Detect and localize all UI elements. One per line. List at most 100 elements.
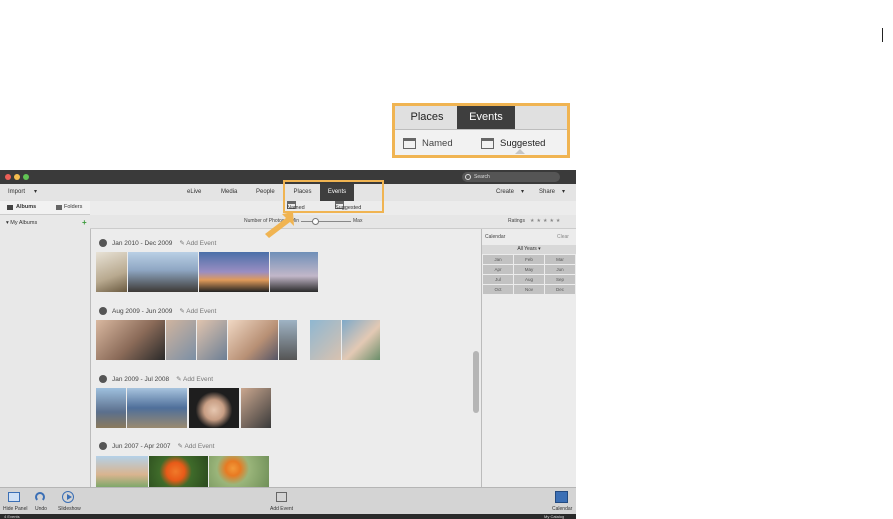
add-album-icon[interactable]: +: [82, 218, 87, 227]
add-event-label[interactable]: Add Event: [270, 506, 293, 512]
event-photo[interactable]: [228, 320, 278, 360]
month-cell[interactable]: Sep: [545, 275, 575, 284]
event-check-icon[interactable]: [99, 239, 107, 248]
share-menu[interactable]: Share: [539, 184, 555, 201]
callout-tab-events[interactable]: Events: [457, 106, 515, 129]
calendar-label[interactable]: Calendar: [552, 506, 572, 512]
month-cell[interactable]: Nov: [514, 285, 544, 294]
create-menu[interactable]: Create: [496, 184, 514, 201]
calendar-title: Calendar: [485, 234, 506, 240]
event-photo[interactable]: [96, 456, 148, 487]
callout-named-label: Named: [422, 138, 453, 149]
callout-suggested-label: Suggested: [500, 138, 546, 149]
event-photo[interactable]: [96, 388, 126, 428]
event-check-icon[interactable]: [99, 442, 107, 451]
sort-bar: Number of Photos Min Max Ratings ★★★★★: [90, 215, 576, 229]
event-photo[interactable]: [342, 320, 380, 360]
zoom-window-button[interactable]: [23, 174, 29, 180]
undo-icon[interactable]: [35, 492, 45, 502]
highlight-box: [283, 180, 384, 213]
callout-named-option[interactable]: Named: [403, 136, 453, 152]
event-header[interactable]: Jan 2010 - Dec 2009 ✎ Add Event: [99, 239, 216, 249]
month-cell[interactable]: Dec: [545, 285, 575, 294]
import-menu[interactable]: Import: [8, 184, 25, 201]
sidebar-tab-albums[interactable]: Albums: [16, 201, 36, 214]
arrow-pointer-icon: [265, 212, 294, 238]
calendar-panel: Calendar Clear All Years ▾ Jan Feb Mar A…: [482, 229, 576, 487]
add-event-link[interactable]: ✎ Add Event: [178, 443, 215, 450]
import-chevron-icon[interactable]: ▾: [34, 184, 37, 201]
year-selector[interactable]: All Years ▾: [482, 245, 576, 254]
month-cell[interactable]: Jan: [483, 255, 513, 264]
event-check-icon[interactable]: [99, 375, 107, 384]
ratings-stars-icon[interactable]: ★★★★★: [530, 215, 562, 228]
calendar-clear-button[interactable]: Clear: [557, 234, 569, 240]
hide-panel-label[interactable]: Hide Panel: [3, 506, 27, 512]
event-check-icon[interactable]: [99, 307, 107, 316]
add-event-icon[interactable]: [276, 492, 287, 502]
status-bar: 4 Events My Catalog: [0, 514, 576, 519]
event-photo[interactable]: [96, 320, 165, 360]
bottom-toolbar: Hide Panel Undo Slideshow Add Event Cale…: [0, 487, 576, 515]
event-header[interactable]: Jun 2007 - Apr 2007 ✎ Add Event: [99, 442, 214, 452]
month-cell[interactable]: May: [514, 265, 544, 274]
create-chevron-icon[interactable]: ▾: [521, 184, 524, 201]
search-icon: [465, 174, 471, 180]
events-grid: Jan 2010 - Dec 2009 ✎ Add Event Aug 2009 …: [91, 229, 482, 487]
event-photo[interactable]: [128, 252, 198, 292]
month-cell[interactable]: Jun: [545, 265, 575, 274]
photo-count-slider-track[interactable]: [301, 221, 351, 222]
event-photo[interactable]: [209, 456, 269, 487]
month-cell[interactable]: Jul: [483, 275, 513, 284]
close-window-button[interactable]: [5, 174, 11, 180]
calendar-suggested-icon: [481, 137, 494, 149]
month-cell[interactable]: Mar: [545, 255, 575, 264]
event-photo[interactable]: [270, 252, 318, 292]
photo-count-slider-knob[interactable]: [312, 218, 319, 225]
my-albums-label[interactable]: ▾ My Albums: [6, 220, 37, 226]
callout-tabbar: Places Events: [395, 106, 567, 130]
month-cell[interactable]: Aug: [514, 275, 544, 284]
add-event-link[interactable]: ✎ Add Event: [179, 308, 216, 315]
month-cell[interactable]: Apr: [483, 265, 513, 274]
callout-tab-places[interactable]: Places: [397, 106, 457, 129]
edge-marker: [882, 28, 883, 42]
event-date-range: Jan 2009 - Jul 2008: [112, 376, 170, 383]
left-sidebar: Albums Folders ▾ My Albums +: [0, 201, 91, 487]
event-photo[interactable]: [189, 388, 239, 428]
event-photo[interactable]: [241, 388, 271, 428]
sidebar-header: Albums Folders: [0, 201, 90, 215]
event-photo[interactable]: [279, 320, 297, 360]
sidebar-tab-folders[interactable]: Folders: [64, 201, 82, 214]
event-header[interactable]: Jan 2009 - Jul 2008 ✎ Add Event: [99, 375, 213, 385]
tab-elive[interactable]: eLive: [187, 184, 201, 201]
vertical-scrollbar-thumb[interactable]: [473, 351, 479, 413]
hide-panel-icon[interactable]: [8, 492, 20, 502]
month-cell[interactable]: Oct: [483, 285, 513, 294]
minimize-window-button[interactable]: [14, 174, 20, 180]
search-placeholder: Search: [474, 174, 490, 180]
share-chevron-icon[interactable]: ▾: [562, 184, 565, 201]
event-header[interactable]: Aug 2009 - Jun 2009 ✎ Add Event: [99, 307, 216, 317]
slideshow-icon[interactable]: [62, 491, 74, 503]
callout-suggested-option[interactable]: Suggested: [481, 136, 545, 152]
add-event-link[interactable]: ✎ Add Event: [176, 376, 213, 383]
event-photo[interactable]: [199, 252, 269, 292]
search-input[interactable]: Search: [462, 172, 560, 182]
event-photo[interactable]: [149, 456, 208, 487]
undo-label[interactable]: Undo: [35, 506, 47, 512]
event-date-range: Jun 2007 - Apr 2007: [112, 443, 171, 450]
event-photo[interactable]: [310, 320, 341, 360]
event-photo[interactable]: [197, 320, 227, 360]
slideshow-label[interactable]: Slideshow: [58, 506, 81, 512]
month-cell[interactable]: Feb: [514, 255, 544, 264]
calendar-icon[interactable]: [555, 491, 568, 503]
event-photo[interactable]: [96, 252, 127, 292]
add-event-link[interactable]: ✎ Add Event: [179, 240, 216, 247]
event-photo[interactable]: [166, 320, 196, 360]
tab-people[interactable]: People: [256, 184, 275, 201]
calendar-named-icon: [403, 137, 416, 149]
catalog-name: My Catalog: [544, 514, 565, 519]
event-photo[interactable]: [127, 388, 187, 428]
tab-media[interactable]: Media: [221, 184, 237, 201]
